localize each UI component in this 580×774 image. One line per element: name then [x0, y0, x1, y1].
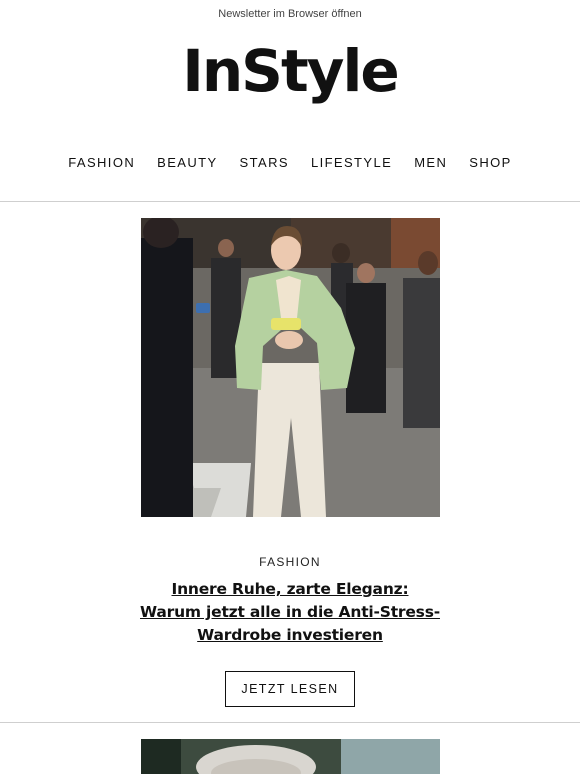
- header-divider: [0, 201, 580, 202]
- instyle-logo[interactable]: InStyle: [0, 36, 580, 106]
- nav-item-fashion[interactable]: FASHION: [57, 155, 146, 171]
- article-hero-image[interactable]: [141, 218, 440, 517]
- street-style-photo: [141, 218, 440, 517]
- nav-item-lifestyle[interactable]: LIFESTYLE: [300, 155, 403, 171]
- next-article-image[interactable]: [141, 739, 440, 774]
- open-in-browser-link[interactable]: Newsletter im Browser öffnen: [0, 8, 580, 20]
- nav-item-stars[interactable]: STARS: [229, 155, 300, 171]
- article-divider: [0, 722, 580, 723]
- next-article-photo: [141, 739, 440, 774]
- nav-item-beauty[interactable]: BEAUTY: [146, 155, 228, 171]
- article-category: FASHION: [259, 555, 321, 569]
- nav-item-men[interactable]: MEN: [403, 155, 458, 171]
- article-headline[interactable]: Innere Ruhe, zarte Eleganz: Warum jetzt …: [140, 578, 440, 647]
- main-nav: FASHION BEAUTY STARS LIFESTYLE MEN SHOP: [0, 155, 580, 171]
- read-now-button[interactable]: JETZT LESEN: [225, 671, 355, 707]
- nav-item-shop[interactable]: SHOP: [458, 155, 522, 171]
